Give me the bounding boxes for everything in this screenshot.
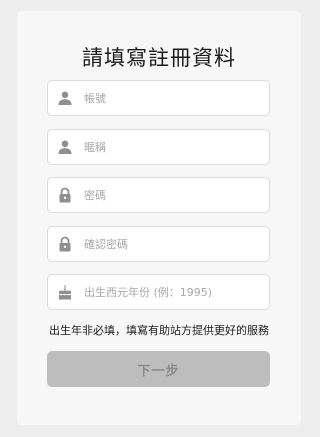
birth-year-input[interactable]	[84, 275, 264, 309]
confirm-password-input[interactable]	[84, 227, 264, 261]
person-icon	[58, 140, 72, 154]
registration-card: 請填寫註冊資料 帳號 暱稱 出生西元年份 (例：1995) 出生年非必填，填寫有…	[17, 11, 301, 425]
confirm-password-field[interactable]	[47, 226, 270, 262]
birth-year-field[interactable]	[47, 274, 270, 310]
next-button[interactable]: 下一步	[47, 351, 270, 387]
username-field[interactable]	[47, 80, 270, 116]
person-icon	[58, 91, 72, 105]
username-input[interactable]	[84, 81, 264, 115]
cake-icon	[59, 285, 71, 300]
nickname-input[interactable]	[84, 130, 264, 164]
password-field[interactable]	[47, 177, 270, 213]
password-input[interactable]	[84, 178, 264, 212]
nickname-field[interactable]	[47, 129, 270, 165]
form-title: 請填寫註冊資料	[82, 46, 236, 70]
birth-year-note: 出生年非必填，填寫有助站方提供更好的服務	[49, 324, 269, 337]
lock-icon	[59, 236, 71, 252]
lock-icon	[59, 187, 71, 203]
